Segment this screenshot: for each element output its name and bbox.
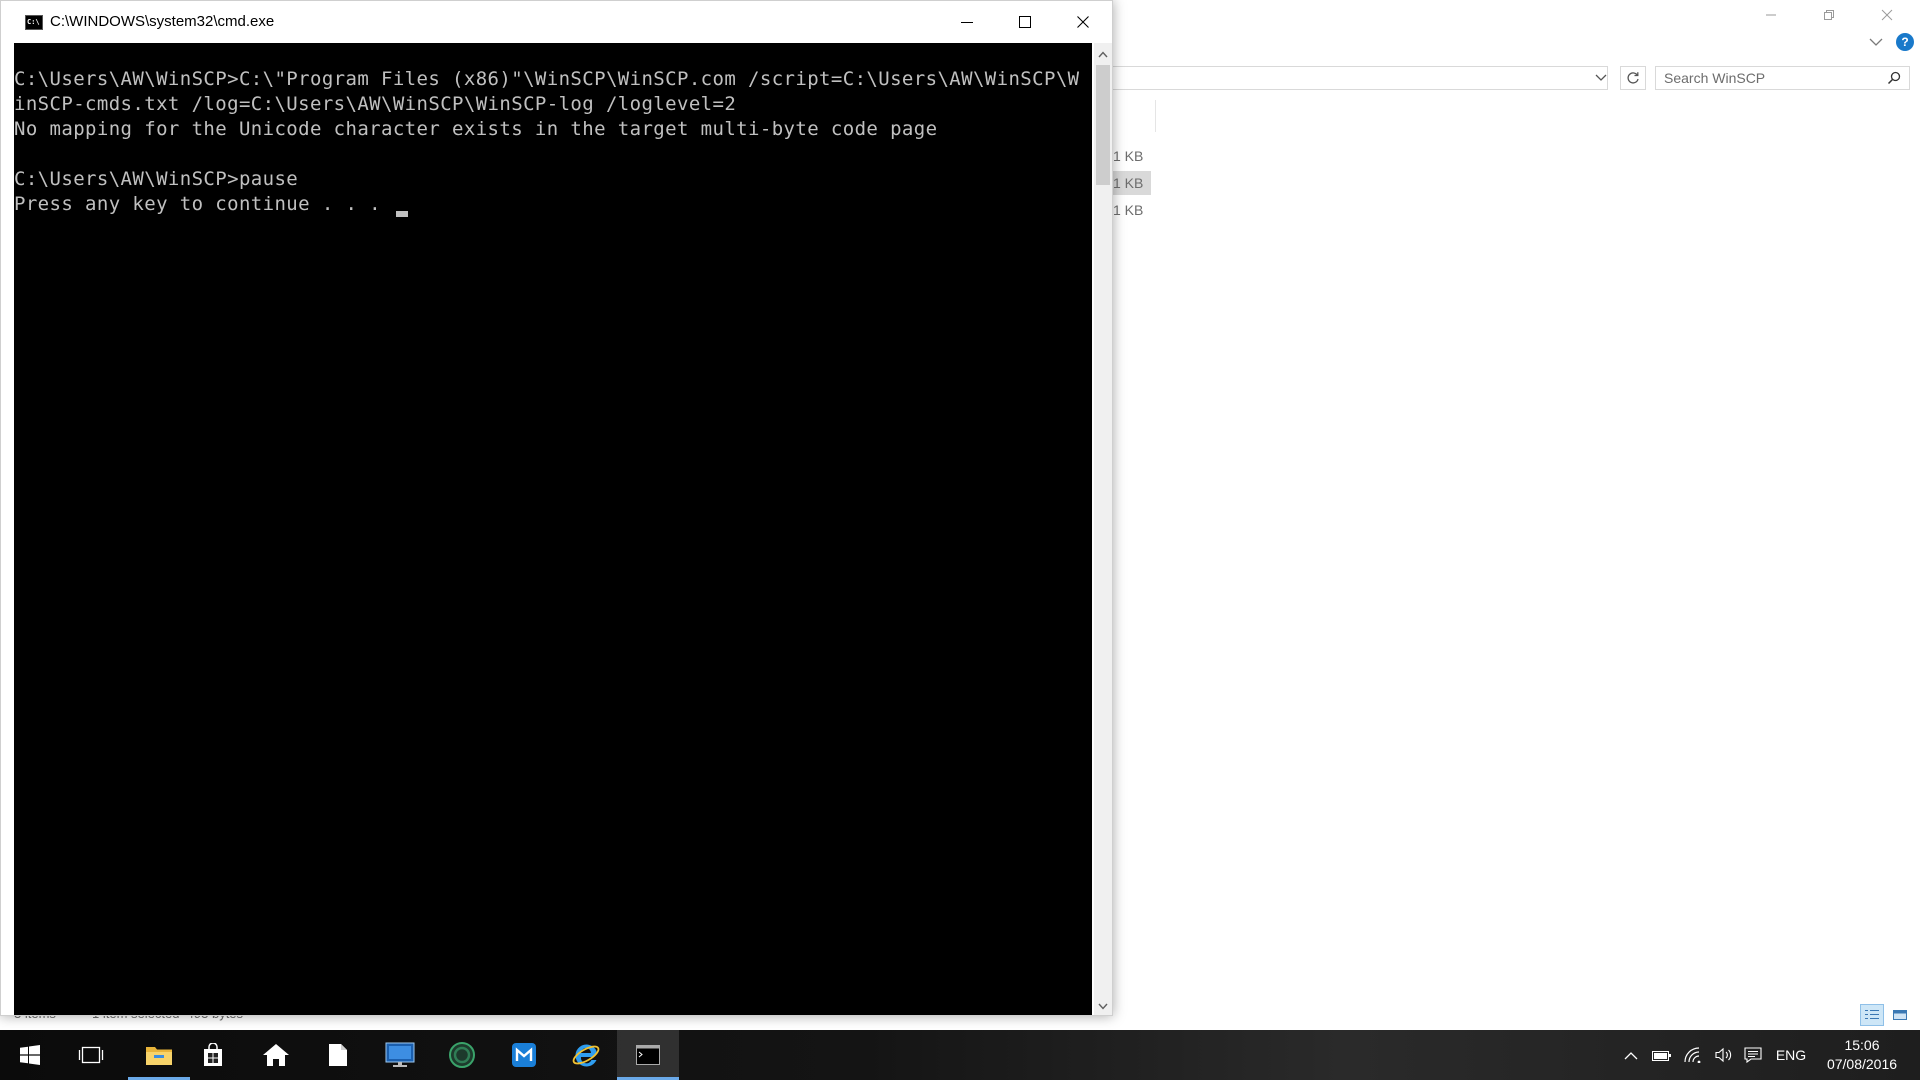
network-tray[interactable] xyxy=(1678,1030,1708,1080)
scroll-thumb[interactable] xyxy=(1096,65,1110,185)
battery-tray[interactable] xyxy=(1648,1030,1676,1080)
minimize-button[interactable] xyxy=(938,1,996,43)
file-size-selected: 1 KB xyxy=(1111,171,1151,195)
volume-tray[interactable] xyxy=(1710,1030,1738,1080)
show-hidden-icons-button[interactable] xyxy=(1616,1030,1646,1080)
task-view-button[interactable] xyxy=(60,1030,122,1080)
monitor-icon xyxy=(385,1042,415,1067)
cmd-window[interactable]: C:\ C:\WINDOWS\system32\cmd.exe C:\Users… xyxy=(0,0,1113,1016)
start-button[interactable] xyxy=(0,1030,60,1080)
search-input[interactable] xyxy=(1656,67,1884,89)
chevron-down-icon xyxy=(1098,1003,1108,1010)
text-cursor xyxy=(396,211,408,217)
address-dropdown-button[interactable] xyxy=(1594,70,1608,86)
notification-icon xyxy=(1744,1047,1762,1063)
clock-date: 07/08/2016 xyxy=(1826,1056,1898,1072)
window-title: C:\WINDOWS\system32\cmd.exe xyxy=(50,13,275,30)
large-icons-view-icon xyxy=(1893,1010,1907,1020)
home-icon xyxy=(263,1044,289,1066)
taskbar-internet-explorer[interactable] xyxy=(555,1030,617,1080)
volume-icon xyxy=(1715,1047,1732,1063)
taskbar: ENG 15:06 07/08/2016 xyxy=(0,1030,1920,1080)
input-language[interactable]: ENG xyxy=(1772,1030,1810,1080)
scroll-down-button[interactable] xyxy=(1094,997,1112,1015)
minimize-icon xyxy=(1766,14,1776,16)
taskbar-maxthon[interactable] xyxy=(493,1030,555,1080)
file-explorer-icon xyxy=(146,1047,172,1065)
refresh-button[interactable] xyxy=(1620,66,1646,90)
maximize-icon xyxy=(1019,16,1031,28)
clock[interactable]: 15:06 07/08/2016 xyxy=(1812,1030,1912,1080)
taskbar-document[interactable] xyxy=(307,1030,369,1080)
explorer-minimize-button[interactable] xyxy=(1742,0,1800,30)
explorer-close-button[interactable] xyxy=(1858,0,1916,30)
details-view-button[interactable] xyxy=(1860,1004,1884,1026)
address-bar[interactable] xyxy=(1100,66,1608,90)
internet-explorer-icon xyxy=(572,1044,600,1067)
help-button[interactable]: ? xyxy=(1896,33,1914,51)
refresh-icon xyxy=(1627,72,1639,84)
maximize-button[interactable] xyxy=(996,1,1054,43)
command-prompt-icon[interactable]: C:\ xyxy=(25,15,43,30)
console-text: C:\Users\AW\WinSCP>C:\"Program Files (x8… xyxy=(14,68,1080,215)
help-icon: ? xyxy=(1901,35,1909,49)
taskbar-store[interactable] xyxy=(182,1030,244,1080)
taskbar-circle-app[interactable] xyxy=(431,1030,493,1080)
chevron-up-icon xyxy=(1624,1051,1638,1059)
windows-start-icon xyxy=(20,1045,40,1065)
circle-app-icon xyxy=(449,1042,475,1068)
column-divider[interactable] xyxy=(1155,100,1156,132)
explorer-restore-button[interactable] xyxy=(1800,0,1858,30)
close-icon xyxy=(1077,16,1089,28)
minimize-icon xyxy=(961,22,973,23)
search-icon[interactable] xyxy=(1887,71,1901,85)
command-prompt-icon xyxy=(636,1045,660,1065)
restore-icon xyxy=(1824,10,1834,20)
close-button[interactable] xyxy=(1054,1,1112,43)
taskbar-file-explorer[interactable] xyxy=(128,1030,190,1080)
store-icon xyxy=(204,1043,222,1066)
battery-icon xyxy=(1652,1051,1671,1061)
close-icon xyxy=(1881,9,1893,21)
vertical-scrollbar[interactable] xyxy=(1094,43,1112,1015)
cmd-title-bar[interactable]: C:\ C:\WINDOWS\system32\cmd.exe xyxy=(1,1,1112,43)
expand-ribbon-button[interactable] xyxy=(1866,32,1886,52)
details-view-icon xyxy=(1865,1010,1879,1019)
large-icons-view-button[interactable] xyxy=(1888,1004,1912,1026)
taskbar-monitor-app[interactable] xyxy=(369,1030,431,1080)
scroll-up-button[interactable] xyxy=(1094,45,1112,63)
console-output[interactable]: C:\Users\AW\WinSCP>C:\"Program Files (x8… xyxy=(14,43,1092,1015)
taskbar-command-prompt[interactable] xyxy=(617,1030,679,1080)
search-box[interactable] xyxy=(1655,66,1910,90)
chevron-down-icon xyxy=(1595,74,1607,81)
chevron-up-icon xyxy=(1098,50,1108,57)
maxthon-icon xyxy=(512,1043,536,1067)
task-view-icon xyxy=(78,1046,104,1064)
action-center-button[interactable] xyxy=(1738,1030,1768,1080)
file-size: 1 KB xyxy=(1113,148,1144,164)
clock-time: 15:06 xyxy=(1844,1037,1880,1053)
file-size: 1 KB xyxy=(1113,202,1144,218)
wifi-icon xyxy=(1684,1047,1701,1063)
chevron-down-icon xyxy=(1869,38,1883,46)
taskbar-home[interactable] xyxy=(245,1030,307,1080)
document-icon xyxy=(329,1044,347,1066)
